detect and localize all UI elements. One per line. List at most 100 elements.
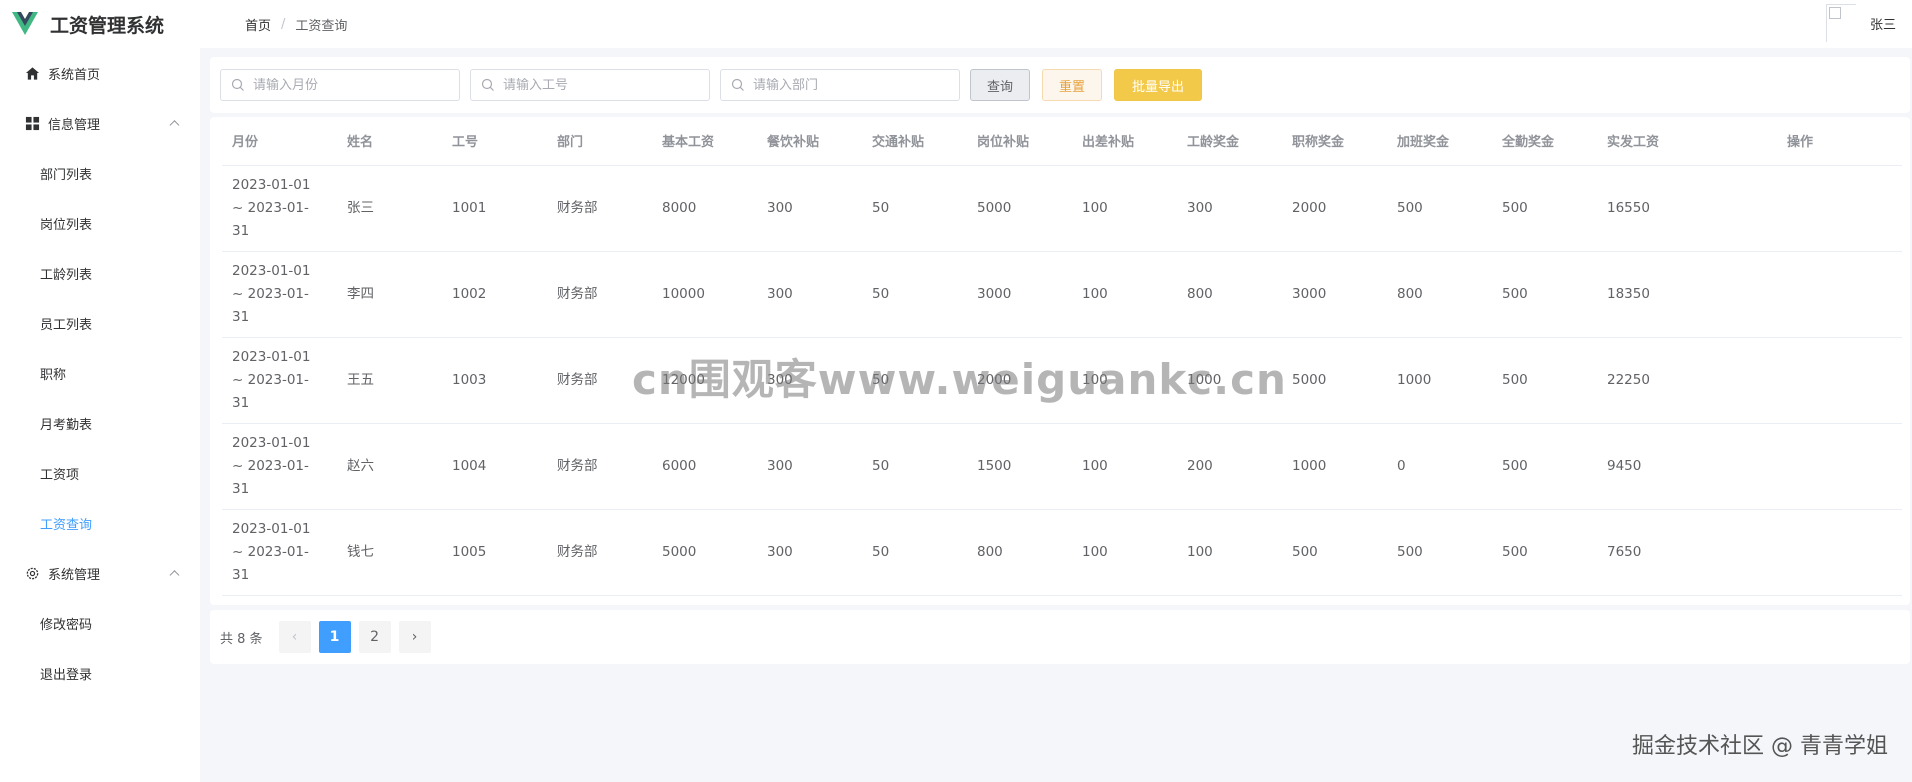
table-header-row: 月份 姓名 工号 部门 基本工资 餐饮补贴 交通补贴 岗位补贴 出差补贴 工龄奖… [222,117,1902,166]
cell-net: 18350 [1597,251,1777,338]
cell-trip: 100 [1072,423,1177,510]
sidebar-item-label: 岗位列表 [40,217,93,233]
column-header: 工龄奖金 [1177,117,1282,166]
cell-name: 赵六 [337,423,442,510]
breadcrumb-current: 工资查询 [295,18,348,34]
table-row: 2023-01-01 ~ 2023-01-31 张三 1001 财务部 8000… [222,165,1902,252]
sidebar-item-label: 退出登录 [40,667,93,683]
top-header: 工资管理系统 首页 / 工资查询 张三 [0,0,1912,48]
cell-id: 1004 [442,423,547,510]
cell-title-bonus: 2000 [1282,165,1387,252]
sidebar-item-logout[interactable]: 退出登录 [0,648,200,698]
sidebar-item-label: 工资项 [40,467,80,483]
sidebar-item-system-management[interactable]: 系统管理 [0,548,200,598]
sidebar-item-salary-query[interactable]: 工资查询 [0,498,200,548]
month-search-input[interactable] [253,77,443,93]
cell-meal: 300 [757,165,862,252]
cell-month: 2023-01-01 ~ 2023-01-31 [222,509,337,596]
sidebar-item-label: 工资查询 [40,517,93,533]
vue-logo-icon [12,12,38,35]
avatar[interactable] [1825,4,1856,42]
cell-title-bonus: 500 [1282,509,1387,596]
id-search-input[interactable] [503,77,693,93]
column-header: 岗位补贴 [967,117,1072,166]
cell-seniority: 800 [1177,251,1282,338]
cell-actions [1777,423,1902,510]
cell-actions [1777,509,1902,596]
prev-page-button[interactable]: ‹ [278,621,311,653]
column-header: 工号 [442,117,547,166]
watermark-center: cn围观客www.weiguankc.cn [632,355,1287,404]
cell-dept: 财务部 [547,509,652,596]
cell-post: 800 [967,509,1072,596]
sidebar-item-home[interactable]: 系统首页 [0,48,200,98]
table-row: 2023-01-01 ~ 2023-01-31 钱七 1005 财务部 5000… [222,509,1902,596]
month-search-field[interactable] [220,69,460,101]
column-header: 操作 [1777,117,1902,166]
cell-seniority: 100 [1177,509,1282,596]
column-header: 月份 [222,117,337,166]
cell-month: 2023-01-01 ~ 2023-01-31 [222,337,337,424]
next-page-button[interactable]: › [398,621,431,653]
page-button-1[interactable]: 1 [318,621,351,653]
cell-traffic: 50 [862,251,967,338]
cell-attendance: 500 [1492,165,1597,252]
column-header: 加班奖金 [1387,117,1492,166]
app-title: 工资管理系统 [50,14,165,37]
cell-id: 1003 [442,337,547,424]
cell-trip: 100 [1072,165,1177,252]
cell-trip: 100 [1072,251,1177,338]
cell-attendance: 500 [1492,509,1597,596]
sidebar-item-label: 月考勤表 [40,417,93,433]
cell-traffic: 50 [862,165,967,252]
sidebar-item-employee-list[interactable]: 员工列表 [0,298,200,348]
search-icon [231,78,244,91]
user-menu[interactable]: 张三 [1825,4,1896,42]
reset-button[interactable]: 重置 [1042,69,1102,101]
dept-search-input[interactable] [753,77,943,93]
query-button[interactable]: 查询 [970,69,1030,101]
sidebar-item-job-title[interactable]: 职称 [0,348,200,398]
home-icon [24,65,40,81]
dept-search-field[interactable] [720,69,960,101]
cell-seniority: 200 [1177,423,1282,510]
column-header: 姓名 [337,117,442,166]
sidebar-item-info-management[interactable]: 信息管理 [0,98,200,148]
page-button-2[interactable]: 2 [358,621,391,653]
sidebar: 系统首页 信息管理 部门列表 岗位列表 工龄列表 员工列表 职称 月考勤表 工资… [0,48,200,782]
sidebar-item-label: 部门列表 [40,167,93,183]
cell-base: 6000 [652,423,757,510]
cell-attendance: 500 [1492,337,1597,424]
breadcrumb: 首页 / 工资查询 [245,15,347,34]
batch-export-button[interactable]: 批量导出 [1114,69,1202,101]
cell-attendance: 500 [1492,251,1597,338]
breadcrumb-home[interactable]: 首页 [245,15,271,34]
cell-name: 张三 [337,165,442,252]
cell-title-bonus: 5000 [1282,337,1387,424]
sidebar-item-attendance[interactable]: 月考勤表 [0,398,200,448]
cell-trip: 100 [1072,509,1177,596]
id-search-field[interactable] [470,69,710,101]
cell-month: 2023-01-01 ~ 2023-01-31 [222,165,337,252]
cell-base: 5000 [652,509,757,596]
cell-actions [1777,165,1902,252]
cell-net: 16550 [1597,165,1777,252]
user-name[interactable]: 张三 [1870,14,1896,33]
sidebar-item-position-list[interactable]: 岗位列表 [0,198,200,248]
column-header: 部门 [547,117,652,166]
cell-attendance: 500 [1492,423,1597,510]
sidebar-item-salary-items[interactable]: 工资项 [0,448,200,498]
table-row: 2023-01-01 ~ 2023-01-31 赵六 1004 财务部 6000… [222,423,1902,510]
sidebar-item-change-password[interactable]: 修改密码 [0,598,200,648]
cell-post: 5000 [967,165,1072,252]
app-logo: 工资管理系统 [0,11,245,38]
sidebar-item-department-list[interactable]: 部门列表 [0,148,200,198]
cell-seniority: 300 [1177,165,1282,252]
cell-month: 2023-01-01 ~ 2023-01-31 [222,423,337,510]
cell-traffic: 50 [862,423,967,510]
cell-base: 10000 [652,251,757,338]
cell-name: 李四 [337,251,442,338]
sidebar-item-label: 修改密码 [40,617,93,633]
cell-net: 9450 [1597,423,1777,510]
sidebar-item-seniority-list[interactable]: 工龄列表 [0,248,200,298]
